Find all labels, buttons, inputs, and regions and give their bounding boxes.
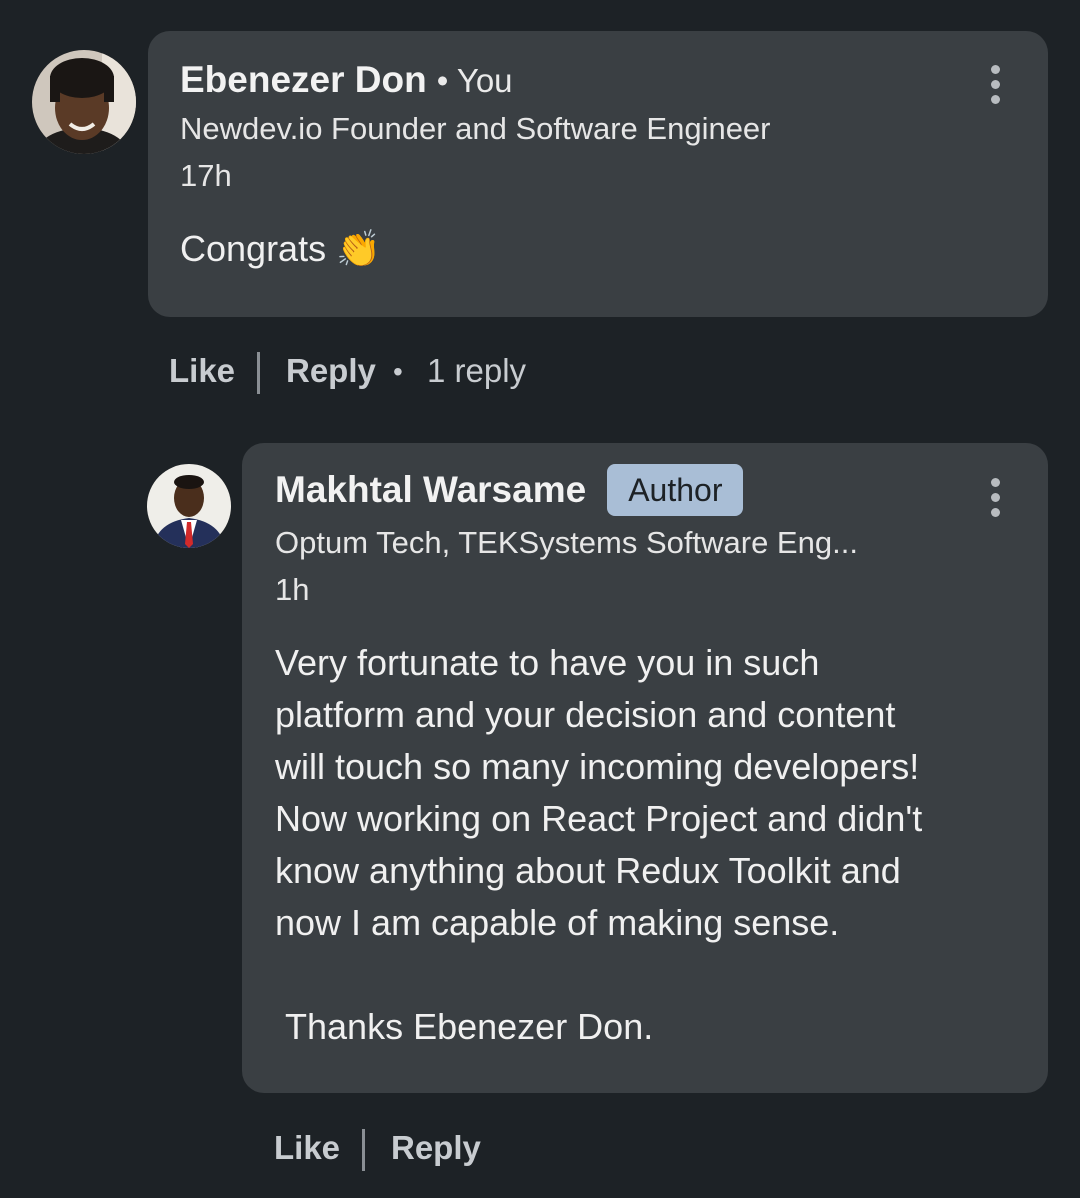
reply-card: Makhtal Warsame Author Optum Tech, TEKSy… [242,443,1048,1093]
reply-like-button[interactable]: Like [274,1129,340,1167]
comment-text: Congrats 👏 [180,228,381,269]
separator-dot: • [393,356,403,387]
avatar-photo [147,464,231,548]
action-divider [362,1129,365,1171]
reply-count-link[interactable]: 1 reply [427,352,526,390]
comment-like-button[interactable]: Like [169,352,235,390]
reply-timestamp: 1h [275,572,310,607]
reply-text: Very fortunate to have you in such platf… [275,642,923,1047]
comment-more-options-icon[interactable] [991,65,1000,105]
reply-author-name[interactable]: Makhtal Warsame [275,469,586,511]
avatar-ebenezer-don[interactable] [32,50,136,154]
comment-author-name[interactable]: Ebenezer Don [180,59,427,101]
comment-timestamp: 17h [180,158,232,193]
avatar-makhtal-warsame[interactable] [147,464,231,548]
avatar-photo [32,50,136,154]
comment-author-headline: Newdev.io Founder and Software Engineer [180,111,771,146]
action-divider [257,352,260,394]
reply-author-headline: Optum Tech, TEKSystems Software Eng... [275,525,858,560]
you-label: • You [436,62,513,99]
author-badge: Author [607,464,744,516]
comment-card: Ebenezer Don • You Newdev.io Founder and… [148,31,1048,317]
comment-reply-button[interactable]: Reply [286,352,376,390]
reply-more-options-icon[interactable] [991,478,1000,518]
reply-reply-button[interactable]: Reply [391,1129,481,1167]
